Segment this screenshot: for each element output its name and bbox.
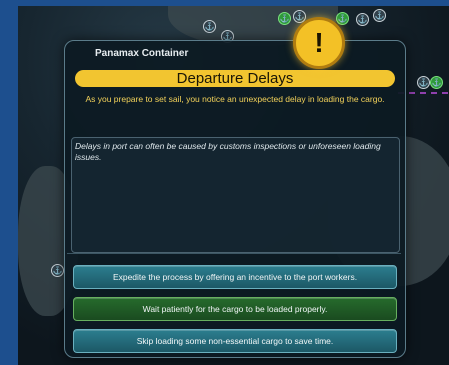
vessel-name: Panamax Container bbox=[95, 48, 189, 59]
event-dialog: Panamax Container Departure Delays ! As … bbox=[64, 17, 406, 358]
choice-expedite-button[interactable]: Expedite the process by offering an ince… bbox=[73, 265, 397, 289]
choices-panel: Expedite the process by offering an ince… bbox=[67, 253, 401, 356]
port-pin-icon[interactable]: ⚓ bbox=[336, 12, 349, 25]
event-description: As you prepare to set sail, you notice a… bbox=[85, 94, 385, 104]
port-pin-icon[interactable]: ⚓ bbox=[51, 264, 64, 277]
port-pin-icon[interactable]: ⚓ bbox=[373, 9, 386, 22]
choice-wait-button[interactable]: Wait patiently for the cargo to be loade… bbox=[73, 297, 397, 321]
port-pin-icon[interactable]: ⚓ bbox=[203, 20, 216, 33]
choice-skip-cargo-button[interactable]: Skip loading some non-essential cargo to… bbox=[73, 329, 397, 353]
alert-icon: ! bbox=[293, 17, 345, 69]
port-pin-icon[interactable]: ⚓ bbox=[356, 13, 369, 26]
port-pin-icon[interactable]: ⚓ bbox=[278, 12, 291, 25]
event-title: Departure Delays bbox=[75, 70, 395, 87]
port-pin-icon[interactable]: ⚓ bbox=[417, 76, 430, 89]
port-pin-icon[interactable]: ⚓ bbox=[430, 76, 443, 89]
game-map[interactable]: ⚓ ⚓ ⚓ ⚓ ⚓ ⚓ ⚓ ⚓ ⚓ ⚓ Panamax Container De… bbox=[18, 6, 449, 365]
info-text: Delays in port can often be caused by cu… bbox=[75, 141, 381, 162]
info-panel: Delays in port can often be caused by cu… bbox=[71, 137, 400, 253]
